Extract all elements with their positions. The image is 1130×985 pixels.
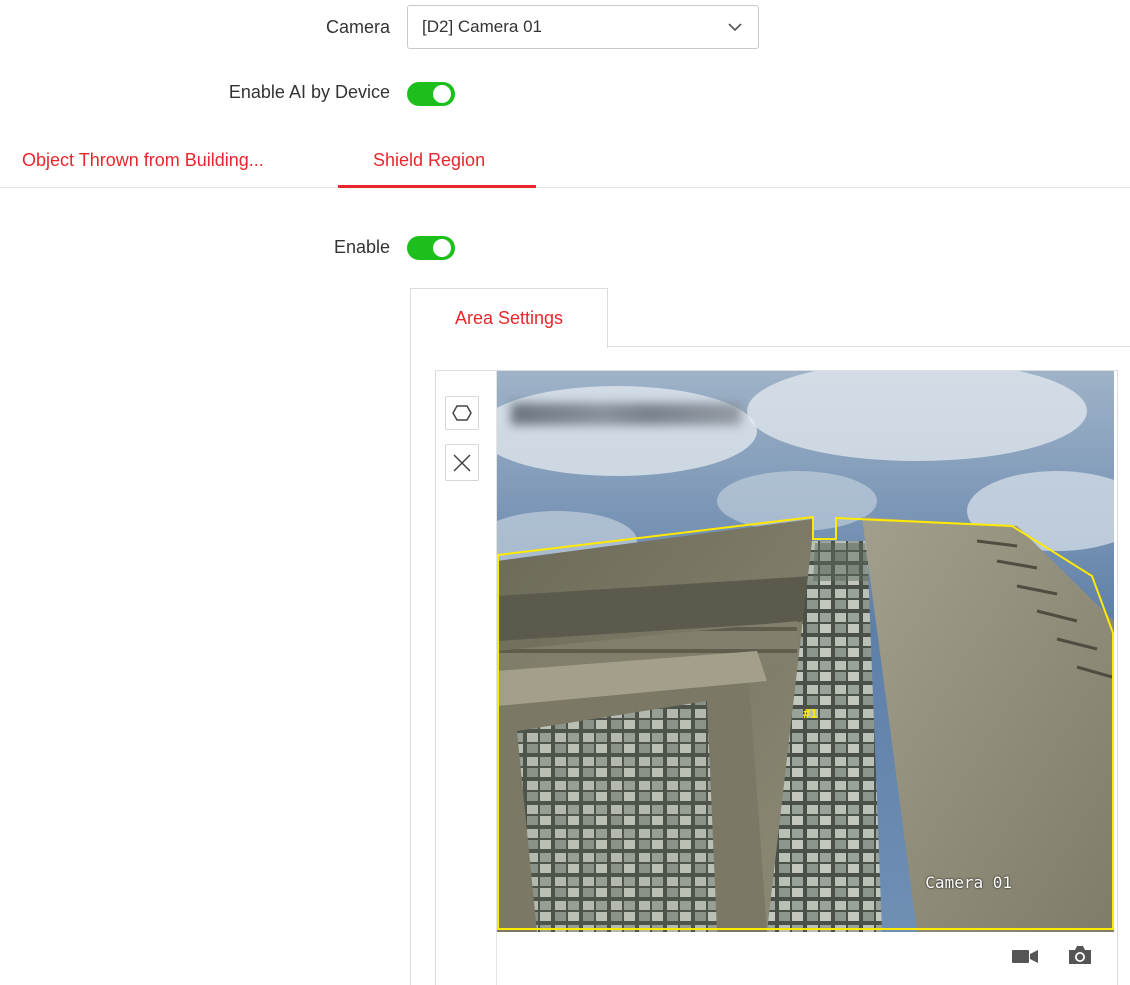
osd-timestamp-blurred [511, 403, 741, 425]
region-label: #1 [803, 707, 818, 721]
live-video-preview[interactable]: #1 Camera 01 [497, 371, 1114, 932]
osd-camera-name: Camera 01 [925, 873, 1012, 892]
enable-ai-toggle[interactable] [407, 82, 455, 106]
camera-label: Camera [325, 17, 390, 37]
area-panel-border [410, 347, 411, 985]
close-icon [453, 453, 471, 472]
area-tab-baseline [608, 346, 1130, 347]
enable-ai-label: Enable AI by Device [228, 82, 390, 102]
chevron-down-icon [728, 23, 742, 32]
video-camera-icon-svg [1012, 950, 1038, 963]
tab-shield-region[interactable]: Shield Region [373, 150, 485, 171]
area-settings-label: Area Settings [454, 308, 564, 328]
active-tab-indicator [338, 185, 536, 188]
toggle-knob [433, 239, 451, 257]
draw-polygon-button[interactable] [445, 396, 479, 430]
snapshot-icon-svg [1069, 946, 1091, 964]
snapshot-camera-icon[interactable] [1066, 943, 1094, 967]
camera-select[interactable]: [D2] Camera 01 [407, 5, 759, 49]
hexagon-icon [452, 405, 472, 421]
video-camera-icon[interactable] [1011, 944, 1039, 968]
enable-toggle[interactable] [407, 236, 455, 260]
tab-object-thrown[interactable]: Object Thrown from Building... [22, 150, 264, 171]
toggle-knob [433, 85, 451, 103]
clear-region-button[interactable] [445, 444, 479, 481]
enable-label: Enable [333, 237, 390, 257]
video-frame-image [497, 371, 1114, 932]
tab-divider [0, 187, 1130, 188]
tab-area-settings[interactable]: Area Settings [410, 288, 608, 348]
camera-select-value: [D2] Camera 01 [422, 17, 542, 36]
